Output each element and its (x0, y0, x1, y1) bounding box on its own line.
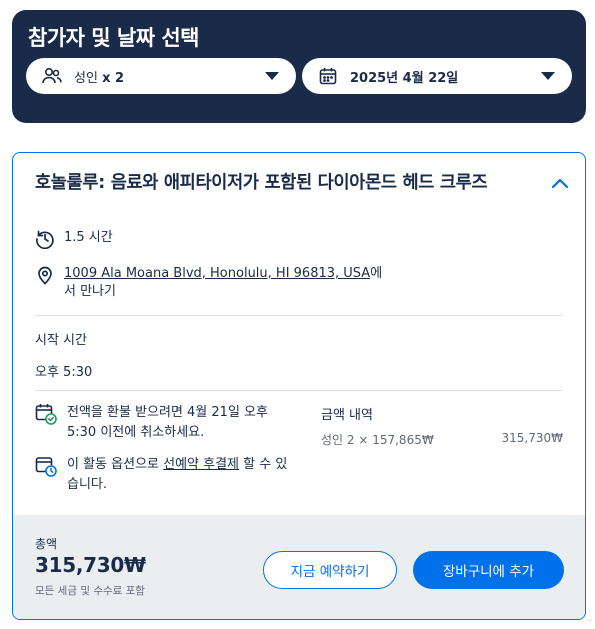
meeting-point-text: 1009 Ala Moana Blvd, Honolulu, HI 96813,… (64, 265, 394, 301)
location-pin-icon (38, 266, 52, 285)
calendar-clock-icon (35, 457, 57, 477)
book-now-button[interactable]: 지금 예약하기 (263, 551, 397, 589)
price-breakdown-line: 성인 2 × 157,865₩ 315,730₩ (321, 431, 563, 448)
date-selector[interactable]: 2025년 4월 22일 (302, 58, 572, 94)
panel-title: 참가자 및 날짜 선택 (28, 26, 200, 50)
participants-date-panel: 참가자 및 날짜 선택 성인 x 2 2025년 4월 22일 (12, 10, 586, 123)
free-cancellation-text: 전액을 환불 받으려면 4월 21일 오후 5:30 이전에 취소하세요. (67, 405, 268, 440)
start-time-label: 시작 시간 (35, 333, 87, 348)
reserve-now-text: 이 활동 옵션으로 선예약 후결제 할 수 있습니다. (67, 455, 297, 495)
total-note: 모든 세금 및 수수료 포함 (35, 585, 145, 597)
total-amount: 315,730₩ (35, 553, 146, 577)
divider (35, 315, 563, 316)
participants-value: 성인 x 2 (74, 67, 264, 86)
reserve-now-pay-later-row: 이 활동 옵션으로 선예약 후결제 할 수 있습니다. (35, 455, 297, 495)
meeting-point-row: 1009 Ala Moana Blvd, Honolulu, HI 96813,… (35, 265, 394, 301)
participants-selector[interactable]: 성인 x 2 (26, 58, 296, 94)
reserve-now-pay-later-link[interactable]: 선예약 후결제 (163, 457, 239, 472)
add-to-cart-button[interactable]: 장바구니에 추가 (413, 551, 564, 589)
chevron-down-icon (265, 72, 279, 80)
meeting-address-link[interactable]: 1009 Ala Moana Blvd, Honolulu, HI 96813,… (64, 266, 370, 281)
chevron-down-icon (541, 72, 555, 80)
history-clock-icon (36, 230, 54, 249)
free-cancellation-row: 전액을 환불 받으려면 4월 21일 오후 5:30 이전에 취소하세요. (35, 403, 297, 443)
total-label: 총액 (35, 537, 58, 551)
start-time-value: 오후 5:30 (35, 365, 93, 380)
activity-option-card: 호놀룰루: 음료와 애피타이저가 포함된 다이아몬드 헤드 크루즈 1.5 시간… (12, 152, 586, 620)
checkout-footer: 총액 315,730₩ 모든 세금 및 수수료 포함 지금 예약하기 장바구니에… (13, 515, 585, 619)
option-title: 호놀룰루: 음료와 애피타이저가 포함된 다이아몬드 헤드 크루즈 (35, 173, 488, 193)
date-text: 2025년 4월 22일 (350, 70, 459, 86)
price-line-total: 315,730₩ (501, 431, 564, 445)
duration-row: 1.5 시간 (35, 229, 113, 249)
reserve-prefix: 이 활동 옵션으로 (67, 457, 164, 472)
price-breakdown-heading: 금액 내역 (321, 408, 373, 423)
users-icon (42, 66, 62, 86)
price-line-desc: 성인 2 × 157,865₩ (321, 433, 434, 447)
date-value: 2025년 4월 22일 (350, 67, 540, 86)
calendar-check-icon (35, 404, 57, 425)
duration-text: 1.5 시간 (64, 230, 113, 245)
participants-count: x 2 (102, 70, 125, 86)
calendar-icon (318, 66, 338, 86)
participants-label: 성인 (74, 70, 98, 86)
divider (35, 390, 563, 391)
chevron-up-icon[interactable] (551, 177, 569, 189)
